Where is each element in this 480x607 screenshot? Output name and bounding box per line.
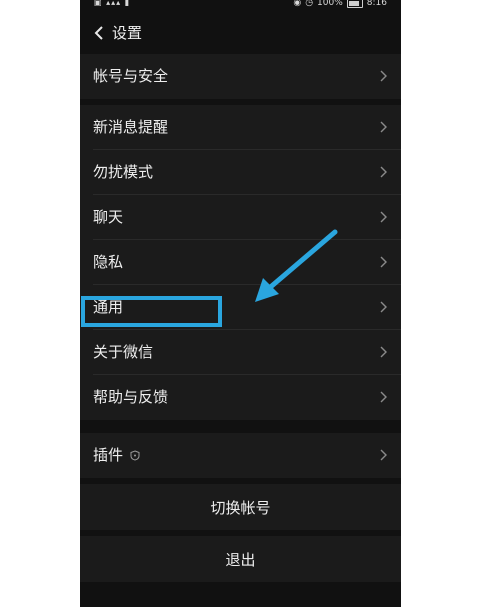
group-account: 帐号与安全 — [80, 54, 401, 99]
settings-item-label-wrap: 插件 — [93, 446, 140, 464]
settings-item-label: 隐私 — [93, 253, 124, 271]
chevron-right-icon — [380, 166, 387, 178]
settings-item-account-security[interactable]: 帐号与安全 — [80, 54, 401, 99]
chevron-right-icon — [380, 346, 387, 358]
logout-label: 退出 — [225, 550, 256, 569]
settings-item-label: 勿扰模式 — [93, 163, 154, 181]
chevron-right-icon — [380, 301, 387, 313]
settings-item-privacy[interactable]: 隐私 — [80, 240, 401, 285]
settings-item-label: 关于微信 — [93, 343, 154, 361]
settings-item-plugins[interactable]: 插件 — [80, 433, 401, 478]
settings-item-chat[interactable]: 聊天 — [80, 195, 401, 240]
group-plugins: 插件 — [80, 433, 401, 478]
chevron-right-icon — [380, 70, 387, 82]
back-icon[interactable] — [92, 25, 108, 41]
settings-item-label: 帐号与安全 — [93, 67, 169, 85]
chevron-right-icon — [380, 256, 387, 268]
eye-icon: ◉ — [293, 0, 302, 8]
settings-item-label: 聊天 — [93, 208, 124, 226]
battery-icon — [346, 0, 363, 8]
logout-button[interactable]: 退出 — [80, 536, 401, 582]
chevron-right-icon — [380, 391, 387, 403]
settings-item-help-feedback[interactable]: 帮助与反馈 — [80, 375, 401, 420]
chevron-right-icon — [380, 121, 387, 133]
chevron-right-icon — [380, 449, 387, 461]
header: 设置 — [80, 12, 401, 54]
settings-item-do-not-disturb[interactable]: 勿扰模式 — [80, 150, 401, 195]
switch-account-button[interactable]: 切换帐号 — [80, 484, 401, 530]
switch-account-label: 切换帐号 — [210, 498, 271, 517]
status-bar: ▣ ▴▴▴ ▮ ◉ ◷ 100% 8:16 — [80, 0, 401, 10]
annotation-arrow-icon — [255, 229, 338, 302]
settings-item-label: 新消息提醒 — [93, 118, 169, 136]
chevron-right-icon — [380, 211, 387, 223]
settings-item-label: 插件 — [93, 446, 124, 464]
clock-icon: ◷ — [305, 0, 314, 8]
group-main: 新消息提醒 勿扰模式 聊天 隐私 通用 关于微信 帮助与反馈 — [80, 105, 401, 420]
annotation-highlight-box — [81, 296, 222, 327]
settings-item-label: 帮助与反馈 — [93, 388, 169, 406]
status-left-icons: ▣ ▴▴▴ ▮ — [94, 0, 131, 7]
status-time: 8:16 — [366, 0, 387, 8]
settings-item-notifications[interactable]: 新消息提醒 — [80, 105, 401, 150]
battery-percent: 100% — [317, 0, 343, 8]
status-right: ◉ ◷ 100% 8:16 — [293, 0, 387, 8]
shield-icon — [130, 450, 140, 461]
settings-item-about[interactable]: 关于微信 — [80, 330, 401, 375]
page-title: 设置 — [112, 24, 143, 42]
